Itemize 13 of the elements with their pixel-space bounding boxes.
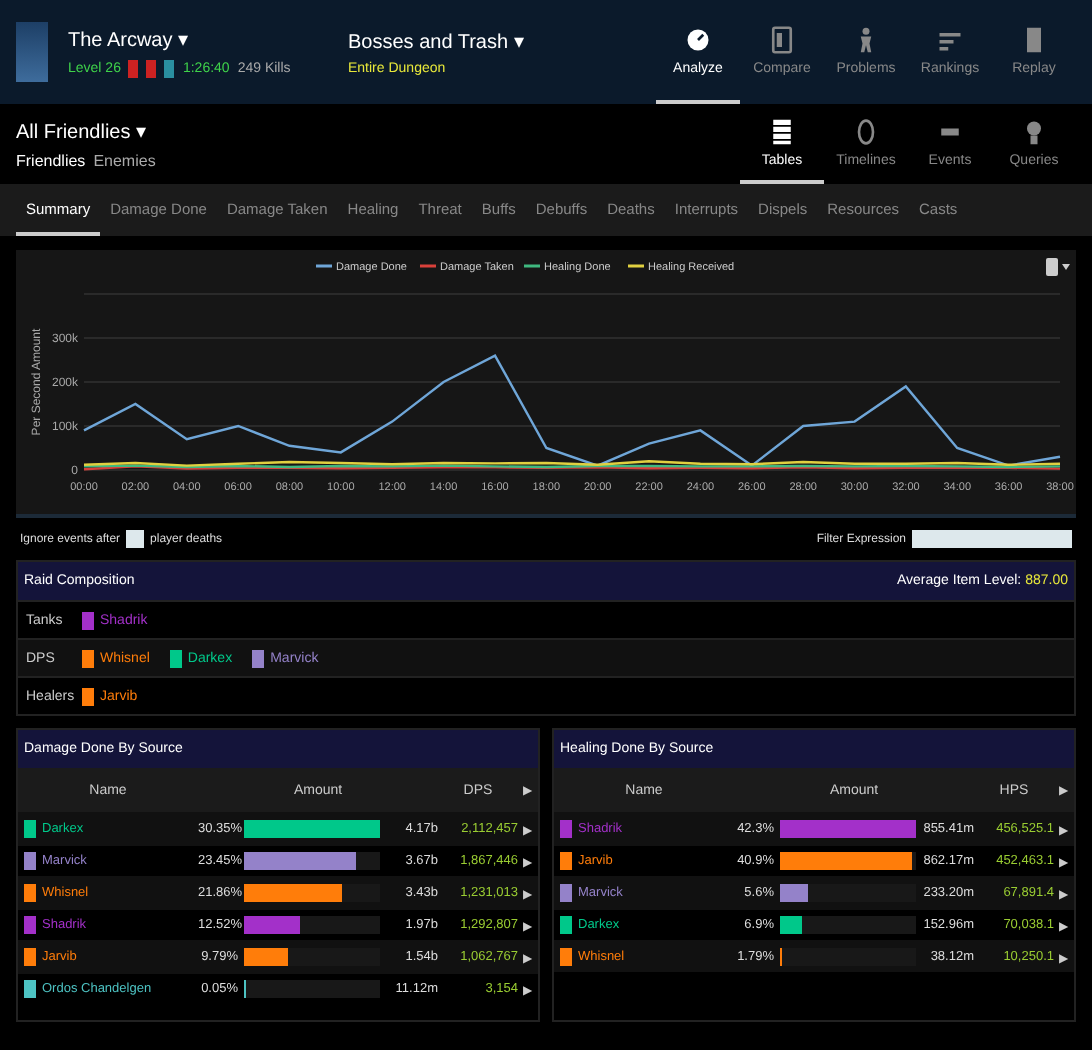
source-filter[interactable]: All Friendlies ▾ [16, 119, 740, 143]
zone-name[interactable]: The Arcway ▾ [68, 27, 328, 51]
clock-icon [852, 117, 880, 145]
enemies-link[interactable]: Enemies [93, 151, 156, 169]
death-count-field[interactable] [126, 530, 145, 548]
gauge-icon [684, 25, 712, 53]
fight-selector[interactable]: Bosses and Trash ▾ [348, 29, 636, 53]
filter-expression-field[interactable] [912, 530, 1072, 548]
zone-thumbnail [16, 22, 48, 82]
export-icon[interactable] [1046, 258, 1070, 276]
table-icon [768, 117, 796, 145]
friendlies-link[interactable]: Friendlies [16, 151, 86, 169]
document-icon [768, 25, 796, 53]
